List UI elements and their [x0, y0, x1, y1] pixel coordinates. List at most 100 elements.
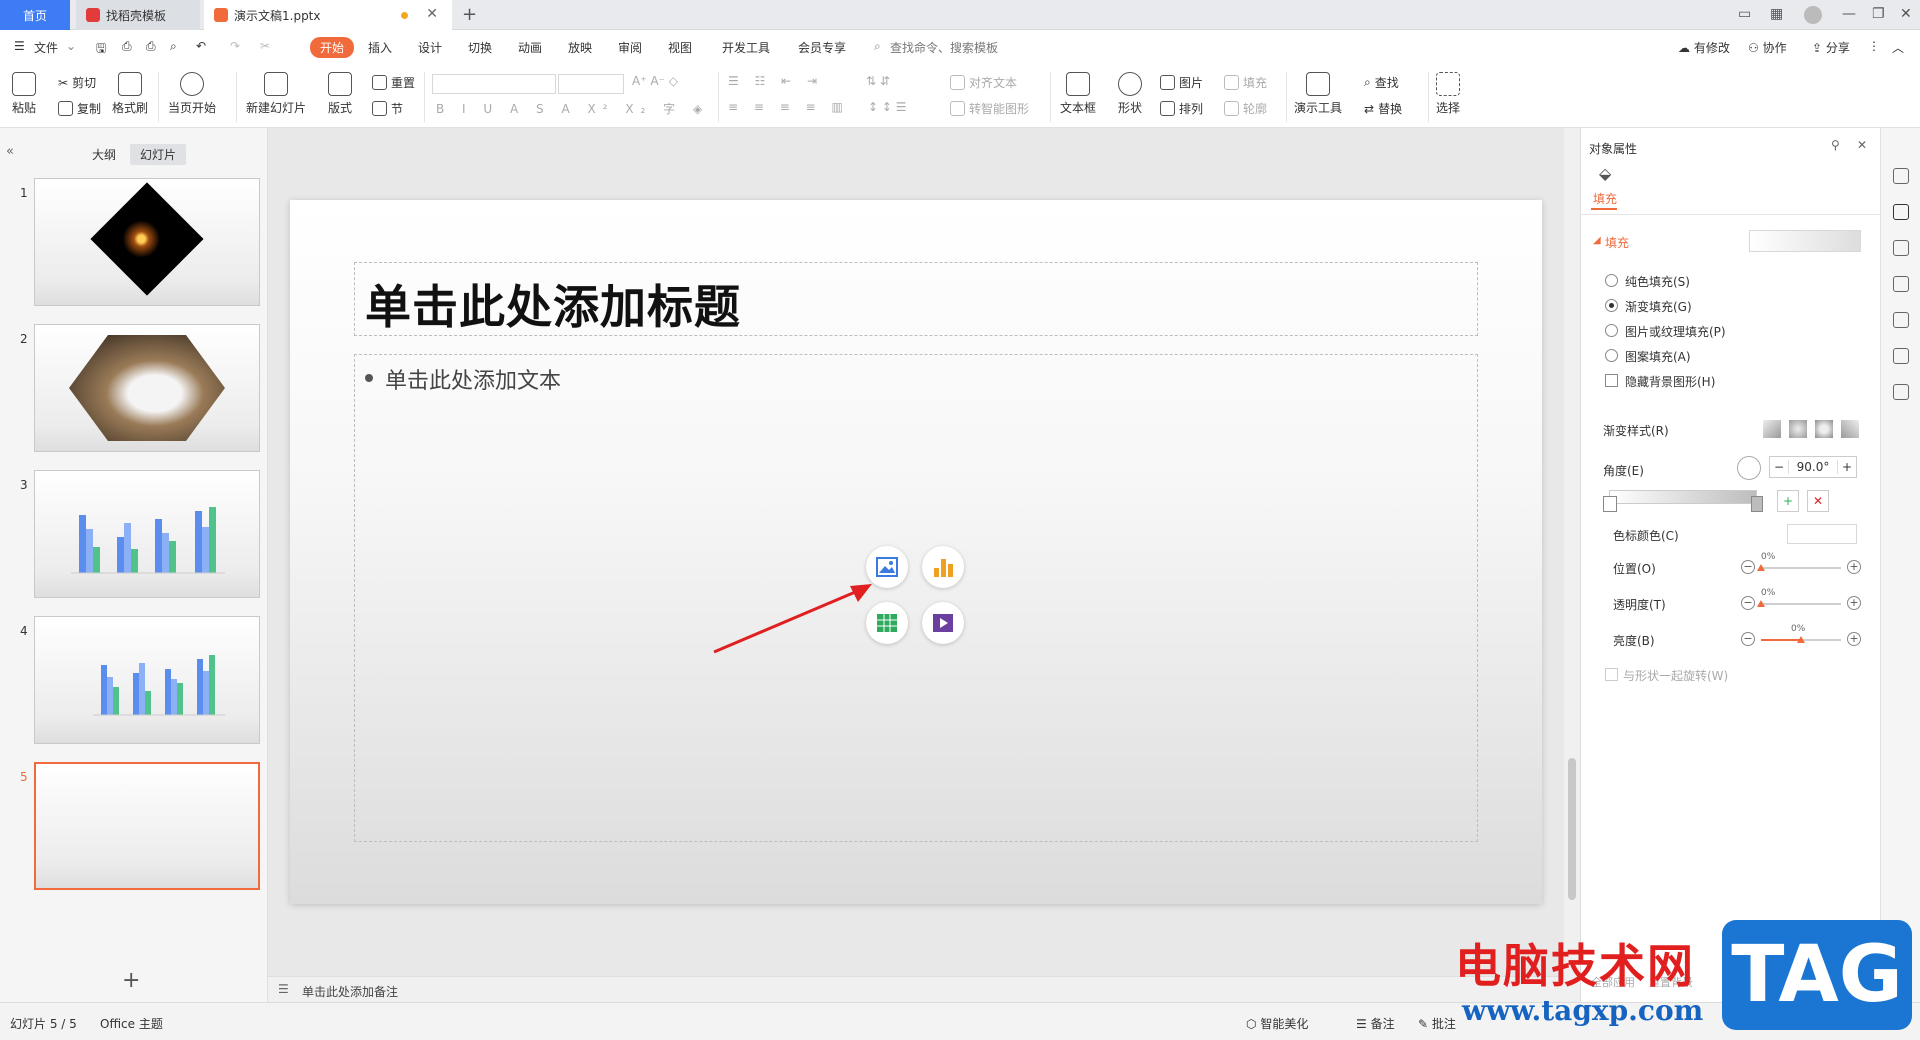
brightness-slider-thumb[interactable] — [1797, 636, 1805, 643]
solid-fill-radio[interactable] — [1605, 274, 1618, 287]
layout-button[interactable]: 版式 — [328, 72, 352, 116]
new-slide-button[interactable]: 新建幻灯片 — [246, 72, 306, 116]
comments-toggle-button[interactable]: ✎ 批注 — [1418, 1015, 1456, 1032]
modified-button[interactable]: ☁ 有修改 — [1678, 39, 1730, 56]
transparency-minus-icon[interactable]: − — [1741, 596, 1755, 610]
menu-home[interactable]: 开始 — [310, 37, 355, 58]
search-command-input[interactable]: 查找命令、搜索模板 — [890, 39, 998, 56]
menu-animation[interactable]: 动画 — [518, 39, 542, 56]
pin-icon[interactable] — [1893, 240, 1909, 256]
tab-home[interactable]: 首页 — [0, 0, 70, 30]
menu-file[interactable]: 文件 — [34, 39, 58, 56]
slide-thumbnail-4[interactable] — [34, 616, 260, 744]
paste-button[interactable]: 粘贴 — [12, 72, 36, 116]
menu-design[interactable]: 设计 — [418, 39, 442, 56]
position-slider-thumb[interactable] — [1757, 564, 1765, 571]
menu-member[interactable]: 会员专享 — [798, 39, 846, 56]
tab-fill[interactable]: 填充 — [1593, 190, 1617, 207]
font-grow-icon[interactable]: A⁺ A⁻ ◇ — [632, 74, 678, 88]
menu-insert[interactable]: 插入 — [368, 39, 392, 56]
tab-slides[interactable]: 幻灯片 — [130, 144, 187, 165]
align-text-button[interactable]: 对齐文本 — [950, 74, 1017, 91]
line-spacing-icon[interactable]: ↕ ↕ ☰ — [868, 100, 907, 114]
outline-button[interactable]: 轮廓 — [1224, 100, 1267, 117]
smartart-button[interactable]: 转智能图形 — [950, 100, 1029, 117]
gradient-radial-swatch[interactable] — [1789, 420, 1807, 438]
slide-thumbnail-2[interactable] — [34, 324, 260, 452]
print-icon[interactable]: ⎙ — [146, 39, 156, 54]
collapse-ribbon-icon[interactable]: ︿ — [1892, 39, 1904, 56]
font-family-select[interactable] — [432, 74, 556, 94]
replace-button[interactable]: ⇄ 替换 — [1364, 100, 1402, 117]
fill-button[interactable]: 填充 — [1224, 74, 1267, 91]
title-placeholder[interactable]: 单击此处添加标题 — [354, 262, 1478, 336]
gradient-fill-radio[interactable] — [1605, 299, 1618, 312]
position-plus-icon[interactable]: + — [1847, 560, 1861, 574]
expand-triangle-icon[interactable]: ◢ — [1593, 235, 1601, 246]
share-button[interactable]: ⇪ 分享 — [1812, 39, 1850, 56]
save-icon[interactable]: 🖫 — [96, 39, 106, 60]
chevron-down-icon[interactable]: ⌄ — [66, 39, 76, 53]
menu-transition[interactable]: 切换 — [468, 39, 492, 56]
collab-button[interactable]: ⚇ 协作 — [1748, 39, 1787, 56]
textbox-button[interactable]: 文本框 — [1060, 72, 1096, 116]
tab-templates[interactable]: 找稻壳模板 — [76, 0, 200, 30]
select-button[interactable]: 选择 — [1436, 72, 1460, 116]
collapse-panel-icon[interactable]: « — [6, 144, 14, 159]
text-direction-icon[interactable]: ⇅ ⇵ — [866, 74, 890, 88]
properties-icon[interactable] — [1893, 204, 1909, 220]
layout-icon[interactable]: ▭ — [1738, 6, 1751, 22]
gradient-stop-right[interactable] — [1751, 496, 1763, 512]
clear-format-icon[interactable]: ✂ — [260, 39, 270, 53]
cut-button[interactable]: ✂ 剪切 — [58, 74, 96, 91]
hamburger-icon[interactable]: ☰ — [14, 39, 25, 53]
new-tab-button[interactable]: + — [462, 4, 477, 25]
hide-bg-checkbox[interactable] — [1605, 374, 1618, 387]
preview-icon[interactable]: ⌕ — [170, 39, 177, 54]
slide-thumbnail-5[interactable] — [34, 762, 260, 890]
slide-thumbnail-1[interactable] — [34, 178, 260, 306]
insert-video-button[interactable] — [922, 602, 964, 644]
slide-thumbnail-3[interactable] — [34, 470, 260, 598]
position-minus-icon[interactable]: − — [1741, 560, 1755, 574]
text-format-icons[interactable]: B I U A S A X² X₂ 字 ◈ — [436, 100, 709, 117]
minus-icon[interactable]: − — [1770, 460, 1788, 474]
transparency-slider[interactable] — [1761, 603, 1841, 605]
content-placeholder[interactable]: 单击此处添加文本 — [354, 354, 1478, 842]
brightness-plus-icon[interactable]: + — [1847, 632, 1861, 646]
current-slide[interactable]: 单击此处添加标题 单击此处添加文本 — [290, 200, 1542, 904]
notes-toggle-button[interactable]: ☰ 备注 — [1356, 1015, 1395, 1032]
picture-fill-radio[interactable] — [1605, 324, 1618, 337]
find-button[interactable]: ⌕ 查找 — [1364, 74, 1399, 91]
reset-button[interactable]: 重置 — [372, 74, 415, 91]
copy-button[interactable]: 复制 — [58, 100, 101, 117]
rotate-with-shape-checkbox[interactable] — [1605, 668, 1618, 681]
font-size-select[interactable] — [558, 74, 624, 94]
play-from-current-button[interactable]: 当页开始 — [168, 72, 216, 116]
apps-grid-icon[interactable]: ▦ — [1770, 6, 1783, 22]
menu-developer[interactable]: 开发工具 — [722, 39, 770, 56]
close-tab-icon[interactable]: ✕ — [426, 6, 438, 22]
close-window-icon[interactable]: ✕ — [1900, 6, 1912, 22]
remove-stop-icon[interactable]: ✕ — [1807, 490, 1829, 512]
arrange-button[interactable]: 排列 — [1160, 100, 1203, 117]
pattern-fill-radio[interactable] — [1605, 349, 1618, 362]
backup-icon[interactable] — [1893, 312, 1909, 328]
transparency-plus-icon[interactable]: + — [1847, 596, 1861, 610]
angle-dial[interactable] — [1737, 456, 1761, 480]
pin-icon[interactable]: ⚲ — [1831, 138, 1840, 152]
add-slide-button[interactable]: + — [122, 968, 140, 993]
angle-stepper[interactable]: − 90.0° + — [1769, 456, 1857, 478]
more-icon[interactable]: ⋮ — [1868, 39, 1880, 53]
restore-icon[interactable]: ❐ — [1872, 6, 1885, 22]
present-tools-button[interactable]: 演示工具 — [1294, 72, 1342, 116]
format-painter-button[interactable]: 格式刷 — [112, 72, 148, 116]
transparency-slider-thumb[interactable] — [1757, 600, 1765, 607]
gradient-linear-swatch[interactable] — [1763, 420, 1781, 438]
beautify-button[interactable]: ⬡ 智能美化 — [1246, 1015, 1308, 1032]
shape-button[interactable]: 形状 — [1118, 72, 1142, 116]
tab-outline[interactable]: 大纲 — [82, 144, 126, 165]
angle-value[interactable]: 90.0° — [1788, 460, 1838, 474]
minimize-icon[interactable]: — — [1842, 6, 1856, 22]
add-stop-icon[interactable]: + — [1777, 490, 1799, 512]
